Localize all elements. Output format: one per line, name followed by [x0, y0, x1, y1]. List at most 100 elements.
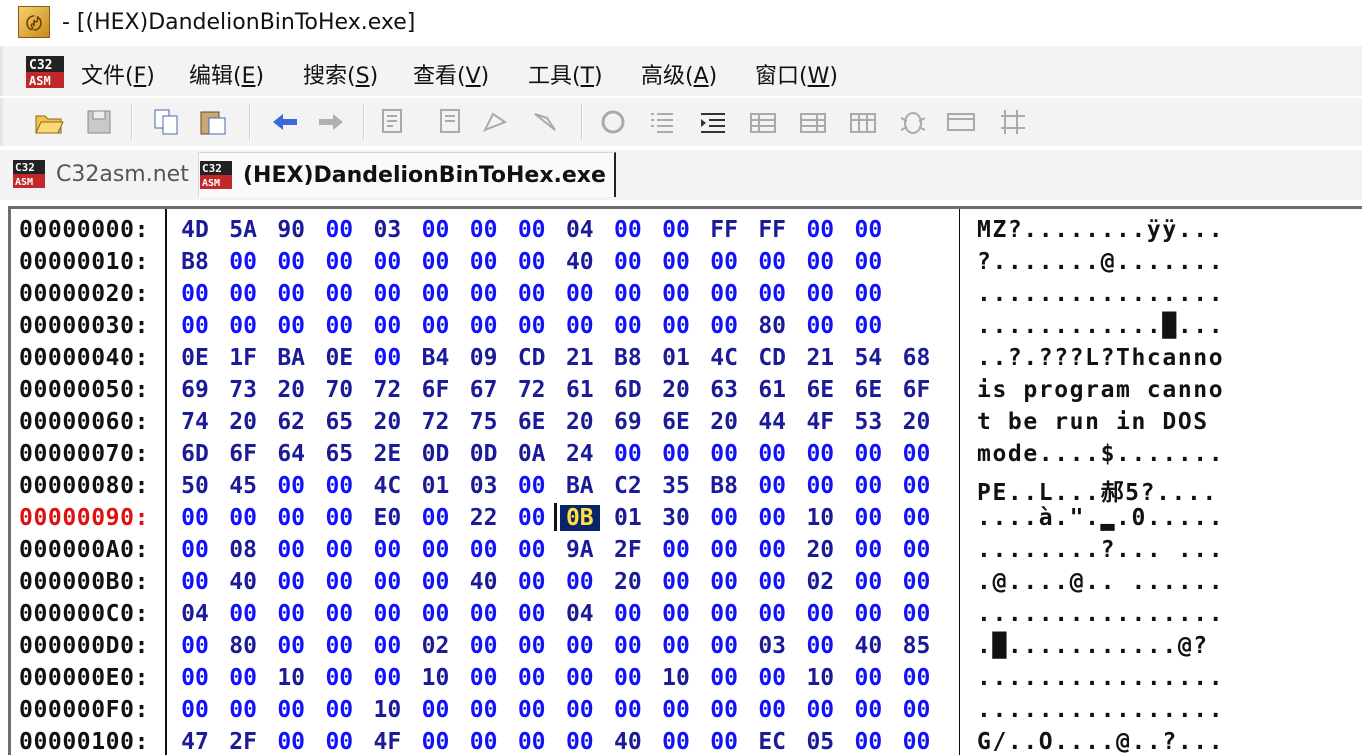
hex-byte[interactable]: 00: [367, 633, 407, 659]
hex-byte[interactable]: 4C: [367, 473, 407, 499]
hex-byte[interactable]: 00: [319, 633, 359, 659]
hex-byte[interactable]: 10: [800, 505, 840, 531]
hex-byte[interactable]: 10: [367, 697, 407, 723]
hex-byte[interactable]: 00: [175, 569, 215, 595]
hex-byte[interactable]: 00: [848, 697, 888, 723]
hex-byte[interactable]: 00: [175, 313, 215, 339]
hex-byte[interactable]: 00: [897, 665, 937, 691]
hex-byte[interactable]: 0E: [319, 345, 359, 371]
hex-byte[interactable]: 0A: [512, 441, 552, 467]
hex-byte[interactable]: 03: [752, 633, 792, 659]
hex-byte[interactable]: 00: [512, 473, 552, 499]
hex-byte[interactable]: 01: [416, 473, 456, 499]
hex-byte[interactable]: 00: [271, 281, 311, 307]
hex-byte[interactable]: 00: [319, 665, 359, 691]
hex-byte[interactable]: 09: [464, 345, 504, 371]
hex-byte[interactable]: 40: [464, 569, 504, 595]
hex-byte[interactable]: 20: [656, 377, 696, 403]
hex-byte[interactable]: 40: [560, 249, 600, 275]
hex-byte[interactable]: 40: [608, 729, 648, 755]
hex-byte[interactable]: 2E: [367, 441, 407, 467]
hex-byte[interactable]: 00: [608, 665, 648, 691]
hex-byte[interactable]: 00: [271, 249, 311, 275]
hex-byte[interactable]: 45: [223, 473, 263, 499]
hex-byte[interactable]: 40: [848, 633, 888, 659]
hex-byte[interactable]: 00: [608, 281, 648, 307]
hex-byte[interactable]: 2F: [608, 537, 648, 563]
hex-byte[interactable]: 72: [416, 409, 456, 435]
hex-byte[interactable]: 47: [175, 729, 215, 755]
hex-byte[interactable]: 00: [175, 697, 215, 723]
tab-c32asm[interactable]: C32 ASM C32asm.net: [12, 152, 189, 196]
ascii-text[interactable]: MZ?........ÿÿ...: [977, 217, 1224, 243]
hex-byte[interactable]: 00: [416, 601, 456, 627]
hex-byte[interactable]: 00: [560, 665, 600, 691]
hex-byte[interactable]: 00: [367, 313, 407, 339]
hex-byte[interactable]: 00: [752, 505, 792, 531]
hex-byte[interactable]: 00: [512, 665, 552, 691]
hex-byte[interactable]: 4C: [704, 345, 744, 371]
hex-byte[interactable]: 50: [175, 473, 215, 499]
hex-byte[interactable]: 00: [464, 217, 504, 243]
hex-byte[interactable]: 00: [223, 249, 263, 275]
hex-byte[interactable]: 00: [848, 473, 888, 499]
hex-byte[interactable]: E0: [367, 505, 407, 531]
hex-byte[interactable]: 03: [464, 473, 504, 499]
hex-byte[interactable]: 6E: [848, 377, 888, 403]
hex-byte[interactable]: 00: [416, 217, 456, 243]
hex-byte[interactable]: 00: [223, 281, 263, 307]
hex-byte[interactable]: 05: [800, 729, 840, 755]
hex-byte[interactable]: 4F: [367, 729, 407, 755]
hex-byte[interactable]: 00: [367, 601, 407, 627]
hex-byte[interactable]: 6F: [416, 377, 456, 403]
hex-byte[interactable]: 00: [848, 729, 888, 755]
hex-byte[interactable]: CD: [752, 345, 792, 371]
hex-byte[interactable]: 00: [897, 441, 937, 467]
hex-byte[interactable]: 00: [367, 537, 407, 563]
ascii-text[interactable]: t be run in DOS: [977, 409, 1224, 435]
hex-byte[interactable]: 00: [175, 281, 215, 307]
hex-editor[interactable]: 00000000: 4D 5A 90 00 03 00 00 00 04 00 00 FF FF 00 00 M…: [8, 206, 1362, 755]
hex-byte[interactable]: 00: [367, 249, 407, 275]
hex-byte[interactable]: 2F: [223, 729, 263, 755]
hex-byte[interactable]: 00: [752, 569, 792, 595]
hex-byte[interactable]: 00: [319, 505, 359, 531]
hex-byte[interactable]: 67: [464, 377, 504, 403]
menu-item[interactable]: 搜索(S): [303, 58, 378, 90]
hex-byte[interactable]: 20: [560, 409, 600, 435]
jump-back-icon[interactable]: [529, 106, 561, 138]
hex-byte[interactable]: 54: [848, 345, 888, 371]
hex-byte[interactable]: 00: [608, 441, 648, 467]
hex-byte[interactable]: 61: [560, 377, 600, 403]
hex-byte[interactable]: 00: [656, 217, 696, 243]
hex-byte[interactable]: 04: [560, 601, 600, 627]
back-arrow-icon[interactable]: [269, 106, 301, 138]
hex-byte[interactable]: 00: [608, 697, 648, 723]
hex-byte[interactable]: 00: [752, 281, 792, 307]
hex-byte[interactable]: 00: [319, 729, 359, 755]
hex-byte[interactable]: 00: [464, 249, 504, 275]
hex-byte[interactable]: 20: [800, 537, 840, 563]
hex-byte[interactable]: 00: [319, 281, 359, 307]
hex-byte[interactable]: 00: [271, 697, 311, 723]
hex-byte[interactable]: 72: [512, 377, 552, 403]
hex-byte[interactable]: 00: [271, 729, 311, 755]
hex-byte[interactable]: 10: [800, 665, 840, 691]
hex-byte[interactable]: 10: [271, 665, 311, 691]
hex-byte[interactable]: 00: [704, 537, 744, 563]
hex-byte[interactable]: 00: [175, 665, 215, 691]
hex-byte[interactable]: 00: [319, 313, 359, 339]
hex-byte[interactable]: 64: [271, 441, 311, 467]
grid-icon[interactable]: [747, 106, 779, 138]
hex-byte[interactable]: 6E: [656, 409, 696, 435]
hex-byte[interactable]: 00: [464, 313, 504, 339]
hex-byte[interactable]: 00: [319, 249, 359, 275]
ascii-text[interactable]: ................: [977, 281, 1224, 307]
hex-byte[interactable]: 00: [897, 601, 937, 627]
hex-byte[interactable]: 00: [704, 729, 744, 755]
hex-byte[interactable]: 01: [656, 345, 696, 371]
disasm-icon[interactable]: [379, 106, 411, 138]
hex-byte[interactable]: 00: [848, 441, 888, 467]
hex-byte[interactable]: 00: [223, 505, 263, 531]
hex-byte[interactable]: 00: [752, 601, 792, 627]
